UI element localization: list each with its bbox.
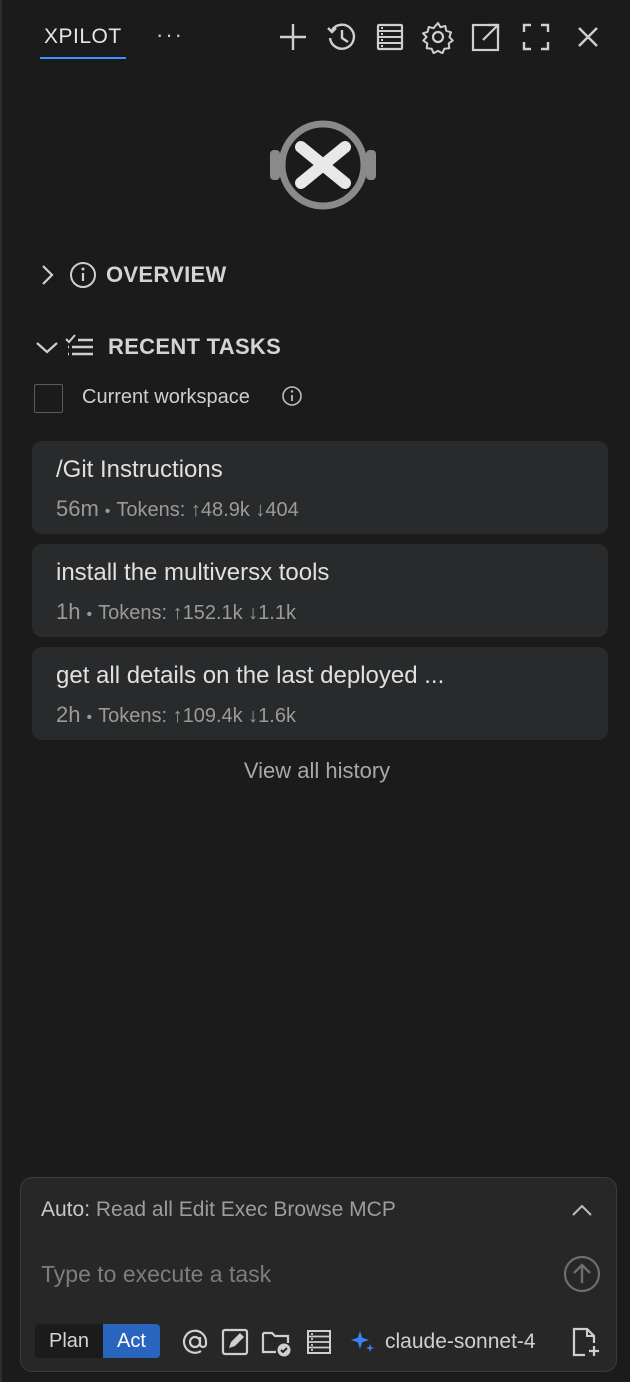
tab-xpilot[interactable]: XPILOT: [44, 25, 122, 49]
overview-title: OVERVIEW: [106, 262, 227, 287]
folder-check-icon[interactable]: [260, 1326, 292, 1358]
info-icon[interactable]: [281, 385, 303, 407]
task-card[interactable]: /Git Instructions 56m • Tokens: ↑48.9k ↓40…: [32, 441, 608, 534]
task-list-icon: [65, 334, 93, 356]
task-composer: Auto: Read all Edit Exec Browse MCP Plan…: [20, 1177, 617, 1372]
separator-dot: •: [104, 503, 111, 520]
task-tokens: Tokens: ↑109.4k ↓1.6k: [98, 705, 296, 727]
open-external-icon[interactable]: [469, 20, 503, 54]
task-age: 56m: [56, 496, 99, 521]
task-age: 2h: [56, 702, 81, 727]
close-icon[interactable]: [571, 20, 605, 54]
overview-section-header[interactable]: OVERVIEW: [32, 260, 227, 290]
xpilot-panel: XPILOT ··· OVERVIEW RECENT TASKS Current…: [0, 0, 630, 1382]
task-card[interactable]: get all details on the last deployed ...…: [32, 647, 608, 740]
task-title: /Git Instructions: [56, 456, 223, 483]
panel-header: XPILOT ···: [2, 0, 630, 72]
current-workspace-label: Current workspace: [82, 386, 250, 408]
sparkle-icon: [351, 1331, 374, 1352]
task-input[interactable]: [41, 1256, 541, 1292]
chevron-down-icon: [36, 342, 58, 354]
current-workspace-checkbox[interactable]: [34, 384, 63, 413]
separator-dot: •: [86, 709, 93, 726]
server-icon[interactable]: [303, 1326, 335, 1358]
task-meta: 2h • Tokens: ↑109.4k ↓1.6k: [56, 702, 296, 728]
plan-mode-button[interactable]: Plan: [35, 1324, 104, 1358]
task-meta: 56m • Tokens: ↑48.9k ↓404: [56, 496, 299, 522]
separator-dot: •: [86, 606, 93, 623]
chevron-up-icon[interactable]: [569, 1198, 595, 1224]
server-icon[interactable]: [373, 20, 407, 54]
act-mode-button[interactable]: Act: [103, 1324, 160, 1358]
model-selector[interactable]: claude-sonnet-4: [349, 1328, 536, 1356]
chevron-right-icon: [42, 265, 54, 285]
plan-act-toggle[interactable]: Plan Act: [35, 1324, 160, 1358]
more-actions-icon[interactable]: ···: [156, 22, 184, 48]
task-tokens: Tokens: ↑48.9k ↓404: [116, 499, 299, 521]
xpilot-logo: [268, 117, 378, 213]
task-card[interactable]: install the multiversx tools 1h • Tokens: …: [32, 544, 608, 637]
auto-approve-bar[interactable]: Auto: Read all Edit Exec Browse MCP: [41, 1198, 396, 1222]
task-title: get all details on the last deployed ...: [56, 662, 445, 689]
task-tokens: Tokens: ↑152.1k ↓1.1k: [98, 602, 296, 624]
gear-icon[interactable]: [421, 20, 455, 55]
fullscreen-icon[interactable]: [519, 20, 553, 54]
recent-tasks-title: RECENT TASKS: [108, 334, 282, 359]
recent-tasks-section-header[interactable]: RECENT TASKS: [32, 332, 281, 362]
active-tab-indicator: [40, 57, 126, 59]
task-meta: 1h • Tokens: ↑152.1k ↓1.1k: [56, 599, 296, 625]
edit-icon[interactable]: [219, 1326, 251, 1358]
plus-icon[interactable]: [276, 20, 310, 54]
model-name: claude-sonnet-4: [385, 1330, 536, 1353]
auto-label: Auto:: [41, 1198, 91, 1221]
send-icon[interactable]: [563, 1255, 601, 1293]
task-age: 1h: [56, 599, 81, 624]
history-icon[interactable]: [325, 20, 359, 54]
at-mention-icon[interactable]: [179, 1326, 211, 1358]
task-title: install the multiversx tools: [56, 559, 330, 586]
info-icon: [70, 262, 96, 288]
view-all-history-link[interactable]: View all history: [2, 758, 630, 784]
auto-permissions: Read all Edit Exec Browse MCP: [95, 1198, 396, 1221]
new-file-icon[interactable]: [569, 1326, 601, 1358]
